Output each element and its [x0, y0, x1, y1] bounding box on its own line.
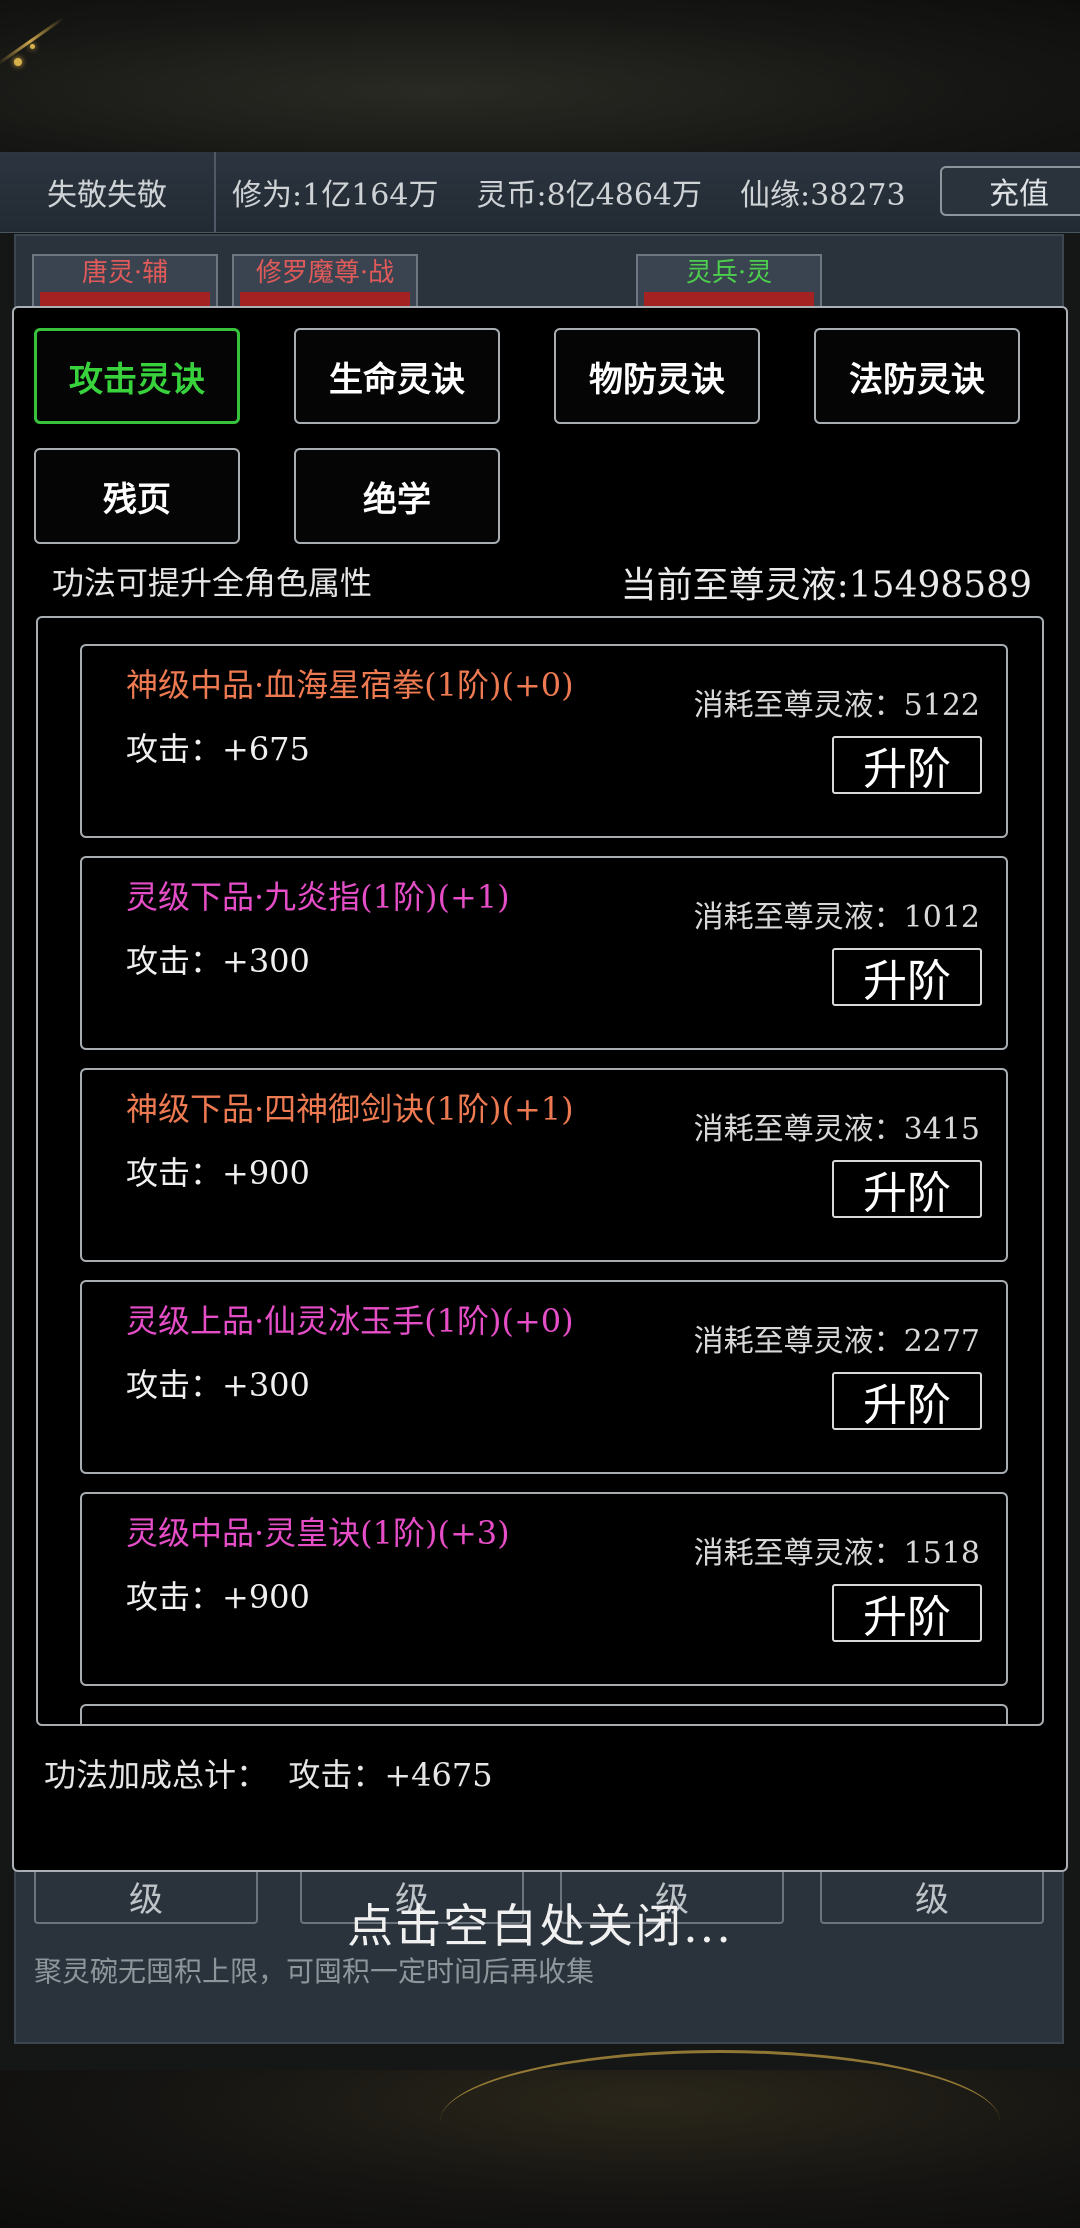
cultivation-stat: 修为:1亿164万: [232, 178, 439, 213]
resource-bar: 失敬失敬 修为:1亿164万 灵币:8亿4864万 仙缘:38273: [0, 152, 1080, 233]
tab-ultimate[interactable]: 绝学: [294, 448, 500, 544]
gold-spark-decoration: [14, 58, 22, 66]
background-hint: 聚灵碗无囤积上限，可囤积一定时间后再收集: [34, 1955, 595, 1988]
role-tag[interactable]: 修罗魔尊·战: [232, 254, 418, 310]
skill-attack: 攻击：+300: [126, 1366, 310, 1404]
skill-cost: 消耗至尊灵液：1012: [693, 900, 980, 935]
role-tag[interactable]: 灵兵·灵: [636, 254, 822, 310]
skill-card: 灵级上品·仙灵冰玉手(1阶)(+0) 攻击：+300 消耗至尊灵液：2277 升…: [80, 1280, 1008, 1474]
skill-card: 神级中品·血海星宿拳(1阶)(+0) 攻击：+675 消耗至尊灵液：5122 升…: [80, 644, 1008, 838]
skill-card: 灵级下品·九炎指(1阶)(+1) 攻击：+300 消耗至尊灵液：1012 升阶: [80, 856, 1008, 1050]
upgrade-button[interactable]: 升阶: [832, 1372, 982, 1431]
skill-name: 灵级中品·灵皇诀(1阶)(+3): [126, 1514, 510, 1552]
skill-list[interactable]: 神级中品·血海星宿拳(1阶)(+0) 攻击：+675 消耗至尊灵液：5122 升…: [36, 616, 1044, 1726]
bonus-total: 功法加成总计： 攻击：+4675: [44, 1750, 493, 1796]
role-name: 灵兵·灵: [685, 258, 773, 288]
tab-physical-defense[interactable]: 物防灵诀: [554, 328, 760, 424]
bonus-total-label: 功法加成总计：: [44, 1756, 269, 1794]
role-tag[interactable]: 唐灵·辅: [32, 254, 218, 310]
fate-stat: 仙缘:38273: [740, 178, 906, 213]
spirit-coin-stat: 灵币:8亿4864万: [476, 178, 703, 213]
tab-life[interactable]: 生命灵诀: [294, 328, 500, 424]
skill-card: 神级下品·四神御剑诀(1阶)(+1) 攻击：+900 消耗至尊灵液：3415 升…: [80, 1068, 1008, 1262]
upgrade-button[interactable]: 升阶: [832, 1160, 982, 1219]
upgrade-button[interactable]: 升阶: [832, 736, 982, 795]
player-name[interactable]: 失敬失敬: [0, 152, 216, 232]
upgrade-button[interactable]: 升阶: [832, 1584, 982, 1643]
gold-arc-decoration: [440, 2050, 1000, 2193]
background-bottom: [0, 2050, 1080, 2228]
skill-cost: 消耗至尊灵液：3415: [693, 1112, 980, 1147]
resource-stats: 修为:1亿164万 灵币:8亿4864万 仙缘:38273: [232, 152, 906, 232]
skill-card: 灵级中品·灵皇诀(1阶)(+3) 攻击：+900 消耗至尊灵液：1518 升阶: [80, 1492, 1008, 1686]
tab-attack[interactable]: 攻击灵诀: [34, 328, 240, 424]
skill-attack: 攻击：+900: [126, 1578, 310, 1616]
skill-name: 灵级下品·九炎指(1阶)(+1): [126, 878, 510, 916]
skill-cost: 消耗至尊灵液：1518: [693, 1536, 980, 1571]
recharge-button[interactable]: 充值: [940, 166, 1080, 216]
upgrade-button[interactable]: 升阶: [832, 948, 982, 1007]
skill-cost: 消耗至尊灵液：5122: [693, 688, 980, 723]
tab-fragments[interactable]: 残页: [34, 448, 240, 544]
skill-attack: 攻击：+900: [126, 1154, 310, 1192]
skill-modal: 攻击灵诀 生命灵诀 物防灵诀 法防灵诀 残页 绝学 功法可提升全角色属性 当前至…: [12, 306, 1068, 1872]
skill-attack: 攻击：+300: [126, 942, 310, 980]
tab-magic-defense[interactable]: 法防灵诀: [814, 328, 1020, 424]
background-top: [0, 0, 1080, 152]
skill-name: 灵级上品·仙灵冰玉手(1阶)(+0): [126, 1302, 574, 1340]
skill-name: 神级下品·四神御剑诀(1阶)(+1): [126, 1090, 574, 1128]
bonus-total-value: 攻击：+4675: [288, 1756, 493, 1794]
skill-card-partial: [80, 1704, 1008, 1724]
skill-name: 神级中品·血海星宿拳(1阶)(+0): [126, 666, 574, 704]
gold-streak-decoration: [0, 17, 64, 66]
close-hint[interactable]: 点击空白处关闭...: [0, 1890, 1080, 1956]
skill-attack: 攻击：+675: [126, 730, 310, 768]
skill-cost: 消耗至尊灵液：2277: [693, 1324, 980, 1359]
modal-subtitle: 功法可提升全角色属性: [52, 564, 373, 602]
liquid-balance: 当前至尊灵液:15498589: [620, 565, 1032, 606]
role-name: 唐灵·辅: [81, 258, 169, 288]
role-name: 修罗魔尊·战: [255, 258, 395, 288]
gold-spark-decoration: [30, 44, 35, 49]
